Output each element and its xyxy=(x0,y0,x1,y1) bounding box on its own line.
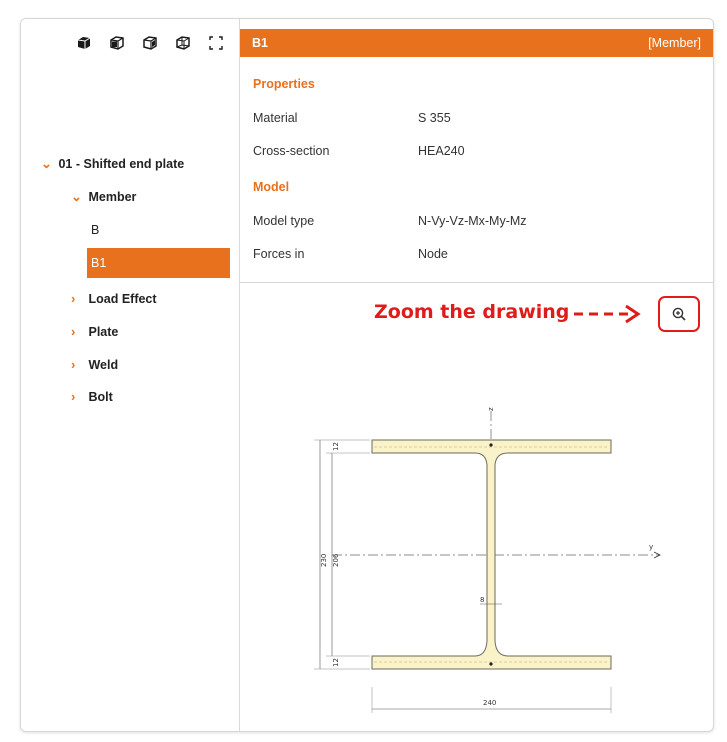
tree-node-label: Bolt xyxy=(88,390,113,404)
dim-height-outer: 230 xyxy=(320,554,328,567)
tree-node-label: Load Effect xyxy=(88,292,157,306)
chevron-right-icon: › xyxy=(71,324,76,339)
dim-width: 240 xyxy=(483,699,496,707)
y-axis-label: y xyxy=(649,543,653,551)
chevron-right-icon: › xyxy=(71,389,76,404)
tree-node-root[interactable]: ⌄ 01 - Shifted end plate xyxy=(41,149,184,179)
fullscreen-icon[interactable] xyxy=(205,33,227,53)
tree-node-plate[interactable]: › Plate xyxy=(71,317,118,347)
view-3d-front-icon[interactable] xyxy=(106,33,128,53)
tree-node-label: B1 xyxy=(91,256,107,270)
app-frame: ⌄ 01 - Shifted end plate ⌄ Member B B1 ›… xyxy=(20,18,714,732)
dim-flange-bottom: 12 xyxy=(332,658,340,667)
tree-node-label: Member xyxy=(88,190,137,204)
tree-node-bolt[interactable]: › Bolt xyxy=(71,382,113,412)
properties-pane: B1 [Member] Properties Material S 355 Cr… xyxy=(240,19,713,731)
cross-section-drawing: z y 230 206 12 12 8 240 xyxy=(314,407,661,713)
tree-node-b1[interactable]: B1 xyxy=(87,248,230,278)
tree-node-label: Weld xyxy=(88,358,119,372)
tree-node-weld[interactable]: › Weld xyxy=(71,350,118,380)
chevron-right-icon: › xyxy=(71,357,76,372)
view-3d-side-icon[interactable] xyxy=(139,33,161,53)
view-toolbar xyxy=(73,33,227,53)
chevron-right-icon: › xyxy=(71,291,76,306)
navigator-pane: ⌄ 01 - Shifted end plate ⌄ Member B B1 ›… xyxy=(21,19,239,731)
z-axis-label: z xyxy=(487,407,495,411)
tree-node-label: 01 - Shifted end plate xyxy=(58,157,185,171)
tree-node-member[interactable]: ⌄ Member xyxy=(71,182,136,212)
dim-flange-top: 12 xyxy=(332,442,340,451)
dim-height-inner: 206 xyxy=(332,553,340,567)
view-3d-wire-icon[interactable] xyxy=(172,33,194,53)
tree-node-b[interactable]: B xyxy=(91,215,99,245)
dim-web: 8 xyxy=(480,596,484,604)
tree-node-load-effect[interactable]: › Load Effect xyxy=(71,284,157,314)
chevron-down-icon: ⌄ xyxy=(41,156,52,171)
tree-node-label: B xyxy=(91,223,100,237)
view-3d-solid-icon[interactable] xyxy=(73,33,95,53)
tree-node-label: Plate xyxy=(88,325,119,339)
chevron-down-icon: ⌄ xyxy=(71,189,82,204)
i-beam-section xyxy=(371,439,612,670)
